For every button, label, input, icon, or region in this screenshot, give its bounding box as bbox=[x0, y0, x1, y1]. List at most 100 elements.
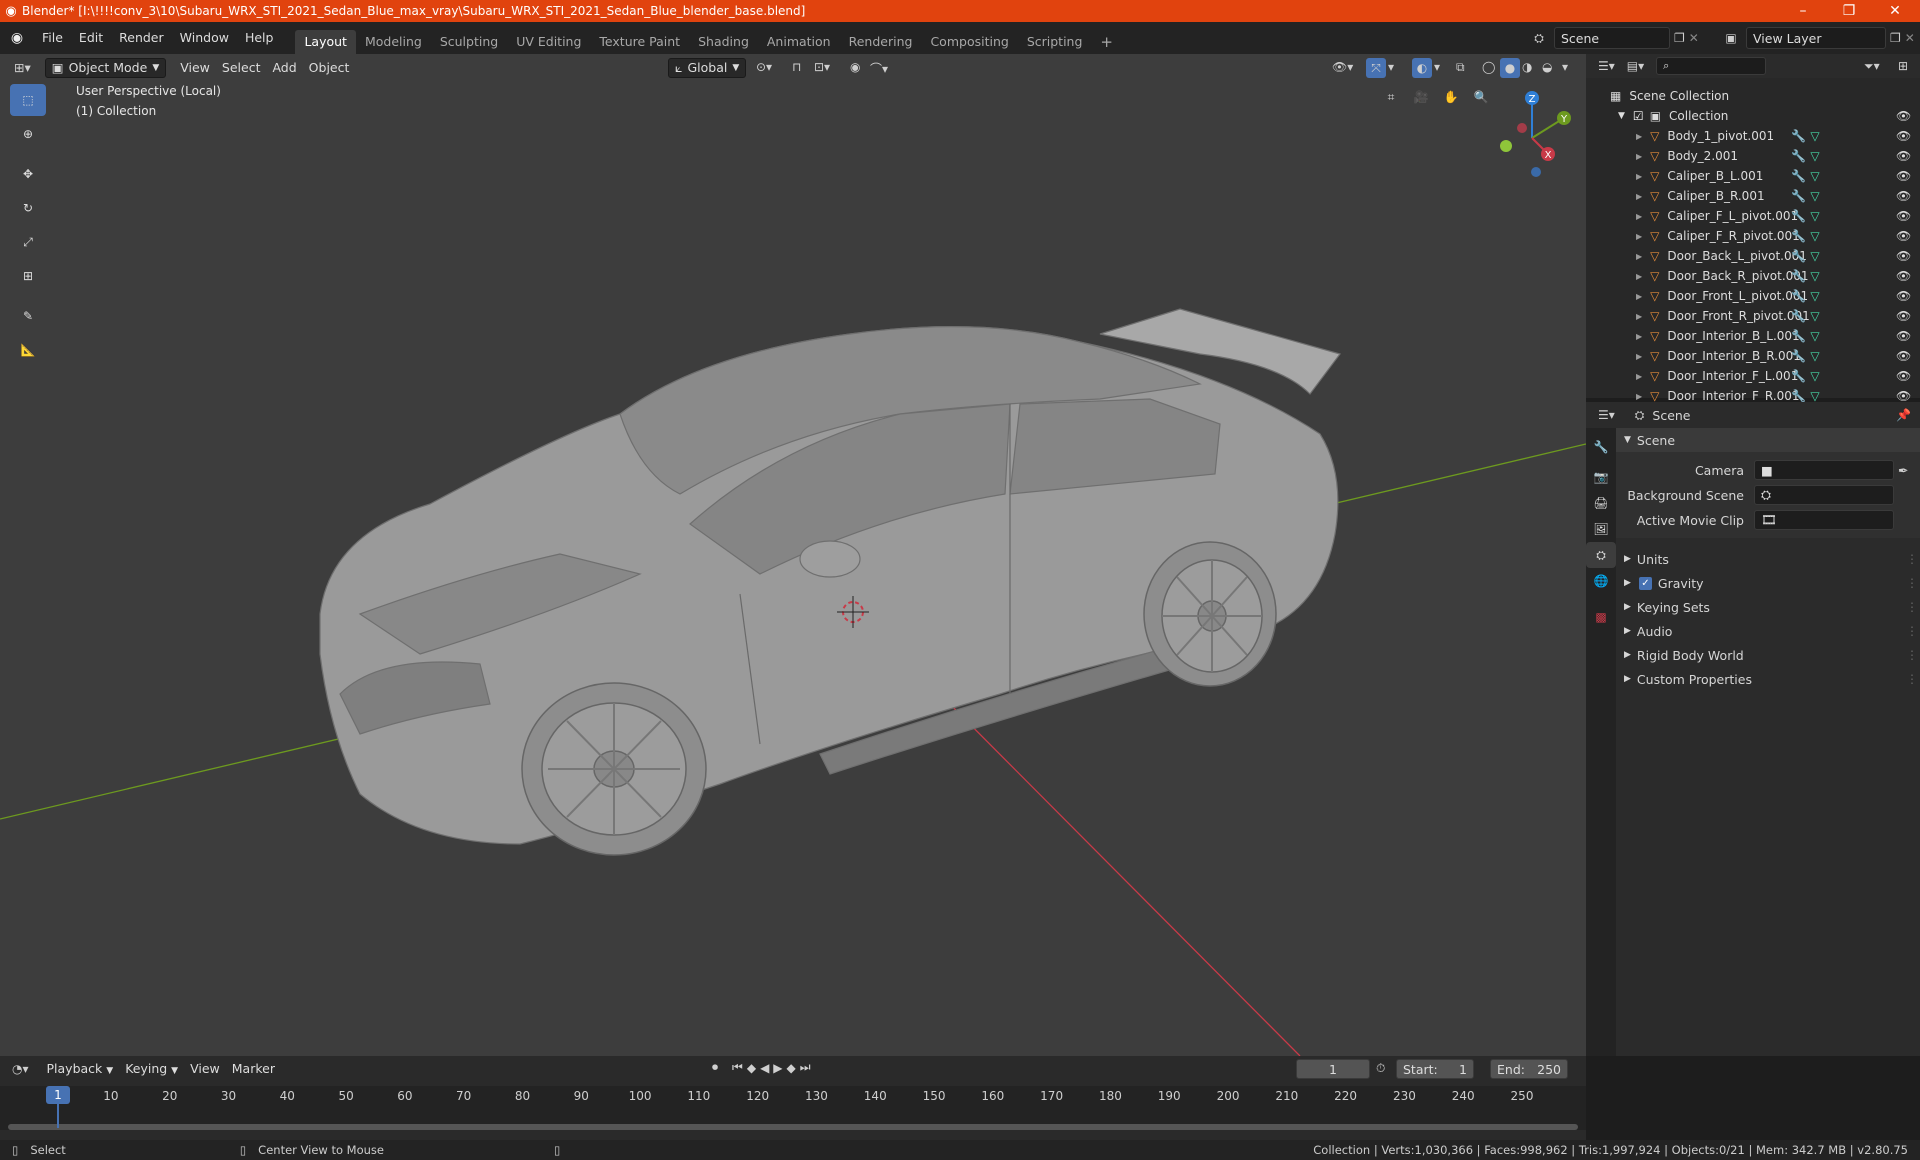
modifier-wrench-icon[interactable]: 🔧 bbox=[1791, 269, 1806, 283]
menu-help[interactable]: Help bbox=[237, 27, 282, 49]
playhead-frame-indicator[interactable]: 1 bbox=[46, 1086, 70, 1104]
editor-type-icon[interactable]: ☰▾ bbox=[1598, 59, 1615, 73]
new-scene-icon[interactable]: ❐ bbox=[1674, 31, 1685, 45]
modifier-wrench-icon[interactable]: 🔧 bbox=[1791, 169, 1806, 183]
maximize-button[interactable]: ❐ bbox=[1826, 0, 1872, 22]
eye-icon[interactable]: 👁 bbox=[1896, 269, 1911, 283]
outliner-object-row[interactable]: ▶ ▽ Door_Interior_B_R.001 🔧 ▽ 👁 bbox=[1586, 346, 1920, 366]
chevron-down-icon[interactable]: ▾ bbox=[1434, 60, 1440, 74]
measure-tool-icon[interactable]: 📐 bbox=[10, 334, 46, 366]
chevron-down-icon[interactable]: ▾ bbox=[1562, 60, 1568, 74]
modifier-wrench-icon[interactable]: 🔧 bbox=[1791, 229, 1806, 243]
expand-arrow-icon[interactable]: ▶ bbox=[1636, 312, 1642, 321]
output-tab-icon[interactable]: 🖨 bbox=[1586, 490, 1616, 516]
mesh-data-icon[interactable]: ▽ bbox=[1810, 389, 1819, 403]
chevron-down-icon[interactable]: ▾ bbox=[1388, 60, 1394, 74]
outliner-search-input[interactable]: ⌕ bbox=[1656, 57, 1767, 75]
falloff-icon[interactable]: ⌒▾ bbox=[870, 60, 888, 77]
rendered-shading-icon[interactable]: ◒ bbox=[1542, 60, 1552, 74]
drag-handle-icon[interactable]: ⋮ bbox=[1906, 600, 1918, 614]
subpanel-header[interactable]: ▶ Custom Properties ⋮ bbox=[1616, 668, 1920, 690]
eye-icon[interactable]: 👁 bbox=[1896, 349, 1911, 363]
mesh-data-icon[interactable]: ▽ bbox=[1810, 289, 1819, 303]
outliner-object-row[interactable]: ▶ ▽ Door_Interior_B_L.001 🔧 ▽ 👁 bbox=[1586, 326, 1920, 346]
eye-icon[interactable]: 👁 bbox=[1896, 129, 1911, 143]
3d-viewport[interactable]: ⊞▾ ▣ Object Mode ▼ View Select Add Objec… bbox=[0, 54, 1586, 1056]
annotate-tool-icon[interactable]: ✎ bbox=[10, 300, 46, 332]
subpanel-header[interactable]: ▶ Keying Sets ⋮ bbox=[1616, 596, 1920, 618]
eye-icon[interactable]: 👁 bbox=[1896, 389, 1911, 403]
modifier-wrench-icon[interactable]: 🔧 bbox=[1791, 289, 1806, 303]
pan-hand-icon[interactable]: ✋ bbox=[1440, 86, 1462, 108]
eye-icon[interactable]: 👁 bbox=[1896, 249, 1911, 263]
mesh-data-icon[interactable]: ▽ bbox=[1810, 329, 1819, 343]
eye-icon[interactable]: 👁 bbox=[1896, 109, 1911, 123]
eyedropper-icon[interactable]: ✒ bbox=[1898, 463, 1908, 478]
add-workspace-icon[interactable]: + bbox=[1091, 30, 1122, 54]
minimize-button[interactable]: – bbox=[1780, 0, 1826, 22]
mode-dropdown[interactable]: ▣ Object Mode ▼ bbox=[44, 58, 167, 78]
timeline-menu-view[interactable]: View bbox=[184, 1059, 226, 1079]
eye-icon[interactable]: 👁 bbox=[1896, 149, 1911, 163]
expand-arrow-icon[interactable]: ▶ bbox=[1636, 172, 1642, 181]
mesh-data-icon[interactable]: ▽ bbox=[1810, 229, 1819, 243]
tab-animation[interactable]: Animation bbox=[758, 30, 840, 54]
modifier-wrench-icon[interactable]: 🔧 bbox=[1791, 369, 1806, 383]
blender-menu-icon[interactable]: ◉ bbox=[0, 30, 34, 46]
delete-scene-icon[interactable]: ✕ bbox=[1689, 31, 1699, 45]
display-mode-icon[interactable]: ▤▾ bbox=[1627, 59, 1644, 73]
scene-panel-header[interactable]: ▼ Scene bbox=[1616, 428, 1920, 452]
tab-scripting[interactable]: Scripting bbox=[1018, 30, 1092, 54]
drag-handle-icon[interactable]: ⋮ bbox=[1906, 648, 1918, 662]
expand-arrow-icon[interactable]: ▶ bbox=[1636, 192, 1642, 201]
scene-icon[interactable]: ⛭ bbox=[1528, 31, 1550, 46]
mesh-data-icon[interactable]: ▽ bbox=[1810, 149, 1819, 163]
outliner-object-row[interactable]: ▶ ▽ Caliper_F_L_pivot.001 🔧 ▽ 👁 bbox=[1586, 206, 1920, 226]
menu-window[interactable]: Window bbox=[172, 27, 237, 49]
eye-icon[interactable]: 👁 bbox=[1896, 289, 1911, 303]
modifier-wrench-icon[interactable]: 🔧 bbox=[1791, 209, 1806, 223]
eye-icon[interactable]: 👁 bbox=[1896, 209, 1911, 223]
expand-arrow-icon[interactable]: ▶ bbox=[1636, 332, 1642, 341]
material-shading-icon[interactable]: ◑ bbox=[1522, 60, 1532, 74]
checkbox-icon[interactable]: ☑ bbox=[1633, 109, 1644, 123]
tab-sculpting[interactable]: Sculpting bbox=[431, 30, 507, 54]
viewport-menu-add[interactable]: Add bbox=[266, 58, 302, 78]
scale-tool-icon[interactable]: ⤢ bbox=[10, 226, 46, 258]
outliner-object-row[interactable]: ▶ ▽ Door_Back_L_pivot.001 🔧 ▽ 👁 bbox=[1586, 246, 1920, 266]
mesh-data-icon[interactable]: ▽ bbox=[1810, 309, 1819, 323]
scene-tab-icon[interactable]: ⛭ bbox=[1586, 542, 1616, 568]
menu-render[interactable]: Render bbox=[111, 27, 172, 49]
eye-icon[interactable]: 👁 bbox=[1896, 229, 1911, 243]
scene-collection-row[interactable]: ▦ Scene Collection bbox=[1586, 86, 1920, 106]
outliner-object-row[interactable]: ▶ ▽ Body_1_pivot.001 🔧 ▽ 👁 bbox=[1586, 126, 1920, 146]
record-icon[interactable]: ⏺ bbox=[712, 1060, 718, 1075]
outliner-object-row[interactable]: ▶ ▽ Caliper_F_R_pivot.001 🔧 ▽ 👁 bbox=[1586, 226, 1920, 246]
expand-arrow-icon[interactable]: ▶ bbox=[1636, 232, 1642, 241]
outliner-object-row[interactable]: ▶ ▽ Door_Back_R_pivot.001 🔧 ▽ 👁 bbox=[1586, 266, 1920, 286]
pin-icon[interactable]: 📌 bbox=[1896, 408, 1911, 422]
mesh-data-icon[interactable]: ▽ bbox=[1810, 209, 1819, 223]
tab-texture-paint[interactable]: Texture Paint bbox=[590, 30, 689, 54]
eye-icon[interactable]: 👁 bbox=[1896, 369, 1911, 383]
pivot-point-icon[interactable]: ⊙▾ bbox=[756, 60, 772, 74]
viewport-menu-select[interactable]: Select bbox=[216, 58, 267, 78]
view-layer-icon[interactable]: ▣ bbox=[1720, 31, 1742, 45]
eye-icon[interactable]: 👁 bbox=[1896, 189, 1911, 203]
jump-to-start-icon[interactable]: ⏮ bbox=[732, 1060, 743, 1075]
jump-to-keyframe-forward-icon[interactable]: ◆ bbox=[787, 1060, 796, 1075]
expand-arrow-icon[interactable]: ▶ bbox=[1636, 392, 1642, 401]
mesh-data-icon[interactable]: ▽ bbox=[1810, 349, 1819, 363]
modifier-wrench-icon[interactable]: 🔧 bbox=[1791, 349, 1806, 363]
timeline-menu-playback[interactable]: Playback ▼ bbox=[41, 1059, 120, 1079]
expand-arrow-icon[interactable]: ▶ bbox=[1636, 152, 1642, 161]
outliner-object-row[interactable]: ▶ ▽ Door_Front_R_pivot.001 🔧 ▽ 👁 bbox=[1586, 306, 1920, 326]
expand-arrow-icon[interactable]: ▶ bbox=[1636, 252, 1642, 261]
mesh-data-icon[interactable]: ▽ bbox=[1810, 249, 1819, 263]
world-tab-icon[interactable]: 🌐 bbox=[1586, 568, 1616, 594]
mesh-data-icon[interactable]: ▽ bbox=[1810, 169, 1819, 183]
outliner-object-row[interactable]: ▶ ▽ Caliper_B_L.001 🔧 ▽ 👁 bbox=[1586, 166, 1920, 186]
gravity-checkbox[interactable]: ✓ bbox=[1638, 576, 1652, 590]
mesh-data-icon[interactable]: ▽ bbox=[1810, 129, 1819, 143]
mesh-data-icon[interactable]: ▽ bbox=[1810, 369, 1819, 383]
